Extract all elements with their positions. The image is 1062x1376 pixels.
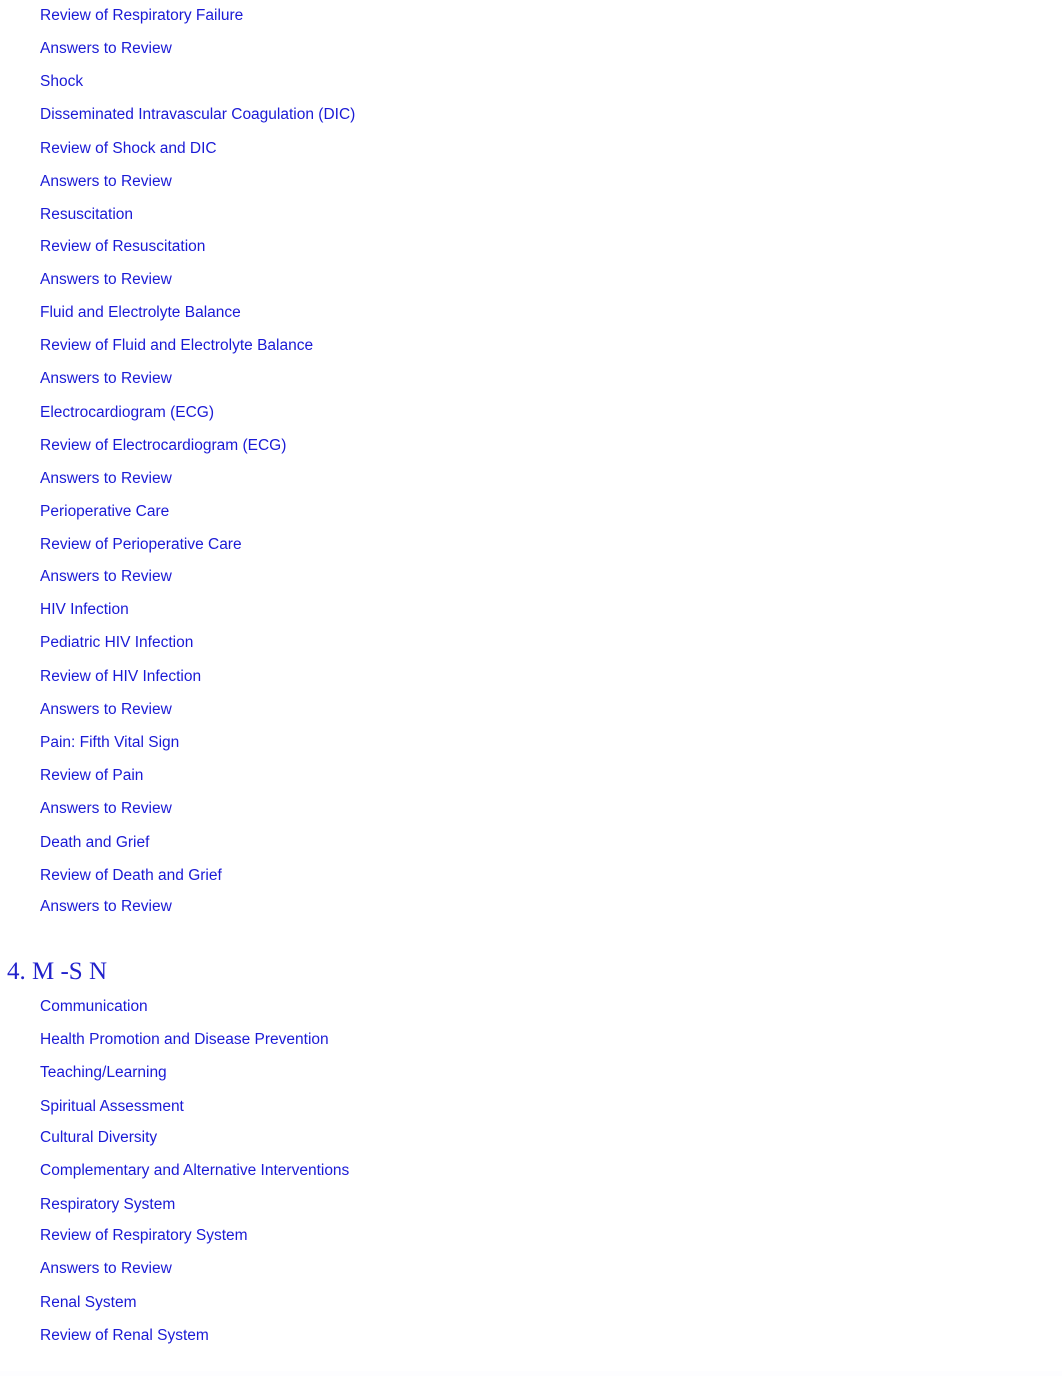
toc-link[interactable]: Review of Shock and DIC [40, 140, 217, 158]
page-bottom-edge [0, 1371, 1062, 1376]
toc-link[interactable]: Review of Renal System [40, 1327, 209, 1345]
toc-link[interactable]: Answers to Review [40, 470, 172, 488]
section-heading-4: 4. M -S N [7, 958, 108, 985]
toc-link[interactable]: Review of Electrocardiogram (ECG) [40, 437, 286, 455]
toc-link[interactable]: Review of Fluid and Electrolyte Balance [40, 337, 313, 355]
toc-link[interactable]: Communication [40, 998, 148, 1016]
toc-link[interactable]: Answers to Review [40, 568, 172, 586]
toc-link[interactable]: Review of Respiratory System [40, 1227, 248, 1245]
toc-link[interactable]: Teaching/Learning [40, 1064, 167, 1082]
toc-link[interactable]: Cultural Diversity [40, 1129, 157, 1147]
toc-link[interactable]: Pediatric HIV Infection [40, 634, 193, 652]
toc-link[interactable]: Electrocardiogram (ECG) [40, 404, 214, 422]
toc-link[interactable]: Perioperative Care [40, 503, 169, 521]
toc-link[interactable]: Review of HIV Infection [40, 668, 201, 686]
toc-link[interactable]: Complementary and Alternative Interventi… [40, 1162, 349, 1180]
toc-link[interactable]: Resuscitation [40, 206, 133, 224]
toc-link[interactable]: Answers to Review [40, 173, 172, 191]
toc-link[interactable]: Answers to Review [40, 898, 172, 916]
toc-link[interactable]: Death and Grief [40, 834, 149, 852]
toc-link[interactable]: Spiritual Assessment [40, 1098, 184, 1116]
toc-link[interactable]: Fluid and Electrolyte Balance [40, 304, 241, 322]
toc-link[interactable]: Disseminated Intravascular Coagulation (… [40, 106, 355, 124]
toc-link[interactable]: HIV Infection [40, 601, 129, 619]
document-page: Review of Respiratory Failure Answers to … [0, 0, 1062, 1371]
toc-link[interactable]: Review of Pain [40, 767, 143, 785]
toc-link[interactable]: Answers to Review [40, 800, 172, 818]
toc-link[interactable]: Shock [40, 73, 83, 91]
toc-link[interactable]: Renal System [40, 1294, 136, 1312]
toc-link[interactable]: Pain: Fifth Vital Sign [40, 734, 179, 752]
toc-link[interactable]: Answers to Review [40, 40, 172, 58]
toc-link[interactable]: Review of Perioperative Care [40, 536, 242, 554]
toc-link[interactable]: Respiratory System [40, 1196, 175, 1214]
toc-link[interactable]: Answers to Review [40, 271, 172, 289]
toc-link[interactable]: Answers to Review [40, 701, 172, 719]
toc-link[interactable]: Review of Resuscitation [40, 238, 205, 256]
toc-link[interactable]: Answers to Review [40, 370, 172, 388]
toc-link[interactable]: Answers to Review [40, 1260, 172, 1278]
toc-link[interactable]: Review of Death and Grief [40, 867, 222, 885]
toc-link[interactable]: Review of Respiratory Failure [40, 7, 243, 25]
toc-link[interactable]: Health Promotion and Disease Prevention [40, 1031, 329, 1049]
